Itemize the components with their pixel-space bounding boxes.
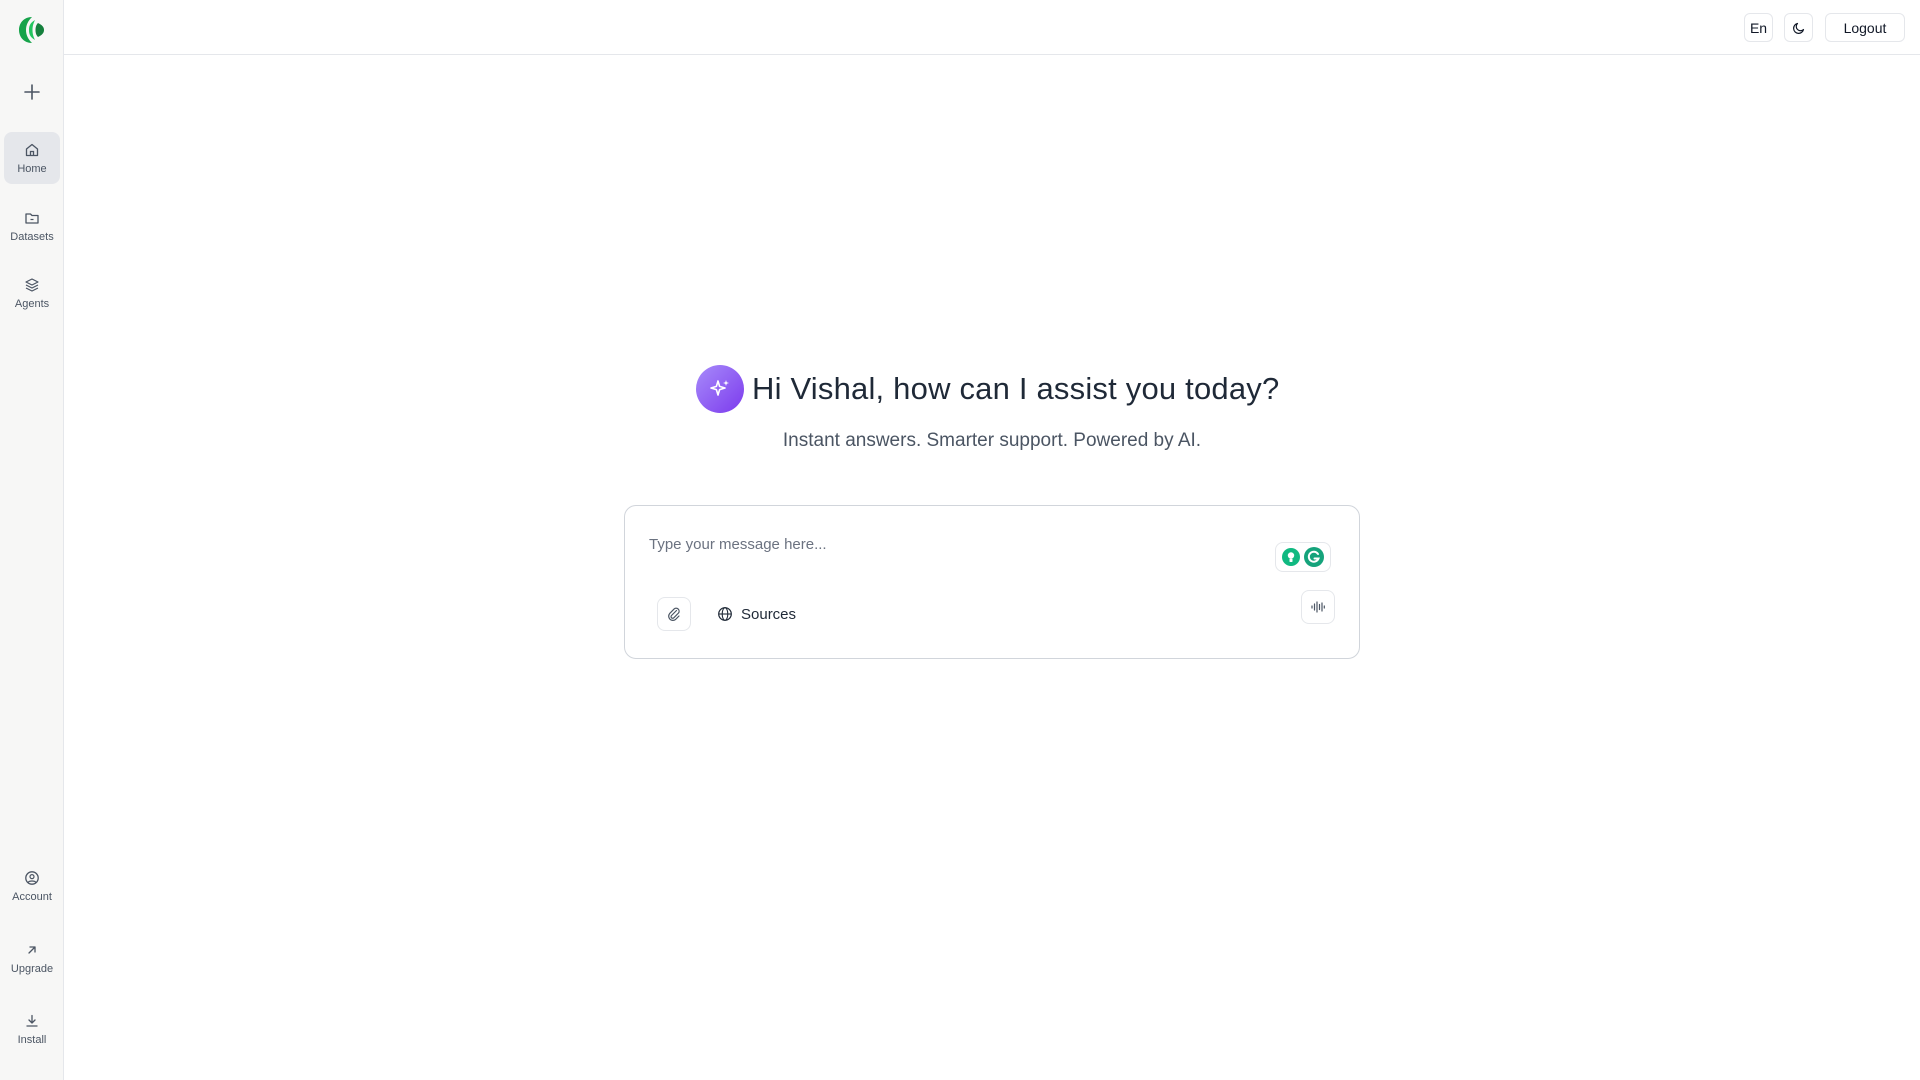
logout-button[interactable]: Logout [1825,13,1905,42]
sidebar-item-account[interactable]: Account [4,860,60,912]
sparkle-icon [696,365,744,413]
sidebar-item-label: Datasets [10,230,54,243]
sidebar-item-upgrade[interactable]: Upgrade [4,932,60,984]
sidebar-item-label: Install [17,1033,47,1046]
sidebar: Home Datasets Agents Account Upgrade Ins… [0,0,64,1080]
extension-badges [1275,542,1331,572]
attach-button[interactable] [657,597,691,631]
globe-icon [718,607,732,621]
sidebar-item-install[interactable]: Install [4,1003,60,1055]
sidebar-item-label: Upgrade [10,962,54,975]
home-icon [25,143,39,156]
plus-icon [24,84,40,100]
greeting-heading: Hi Vishal, how can I assist you today? [752,371,1280,406]
moon-icon [1792,22,1804,34]
greeting-row: Hi Vishal, how can I assist you today? [696,364,1279,414]
sidebar-item-datasets[interactable]: Datasets [4,200,60,252]
app-root: Home Datasets Agents Account Upgrade Ins… [0,0,1920,1080]
new-chat-button[interactable] [20,80,44,104]
message-composer: Sources [624,505,1360,659]
language-button[interactable]: En [1744,13,1773,42]
download-icon [26,1014,38,1027]
arrow-up-right-icon [28,945,36,954]
message-input[interactable] [649,532,1209,556]
hero-subtitle: Instant answers. Smarter support. Powere… [782,430,1202,451]
grammarly-icon[interactable] [1303,546,1325,568]
sidebar-item-agents[interactable]: Agents [4,267,60,319]
layers-icon [25,277,39,292]
sidebar-item-label: Agents [14,297,50,310]
sources-label: Sources [741,605,797,623]
top-bar: En Logout [64,0,1920,55]
brand-logo-icon[interactable] [16,14,48,46]
sidebar-item-label: Account [12,890,52,903]
theme-toggle-button[interactable] [1784,13,1813,42]
user-circle-icon [25,870,39,885]
audio-waveform-icon [1311,601,1325,613]
sidebar-item-home[interactable]: Home [4,132,60,184]
paperclip-icon [668,607,680,621]
lightbulb-extension-icon[interactable] [1281,547,1301,567]
sidebar-item-label: Home [17,162,47,175]
sources-button[interactable]: Sources [717,602,796,626]
voice-input-button[interactable] [1301,590,1335,624]
folder-icon [25,212,39,224]
